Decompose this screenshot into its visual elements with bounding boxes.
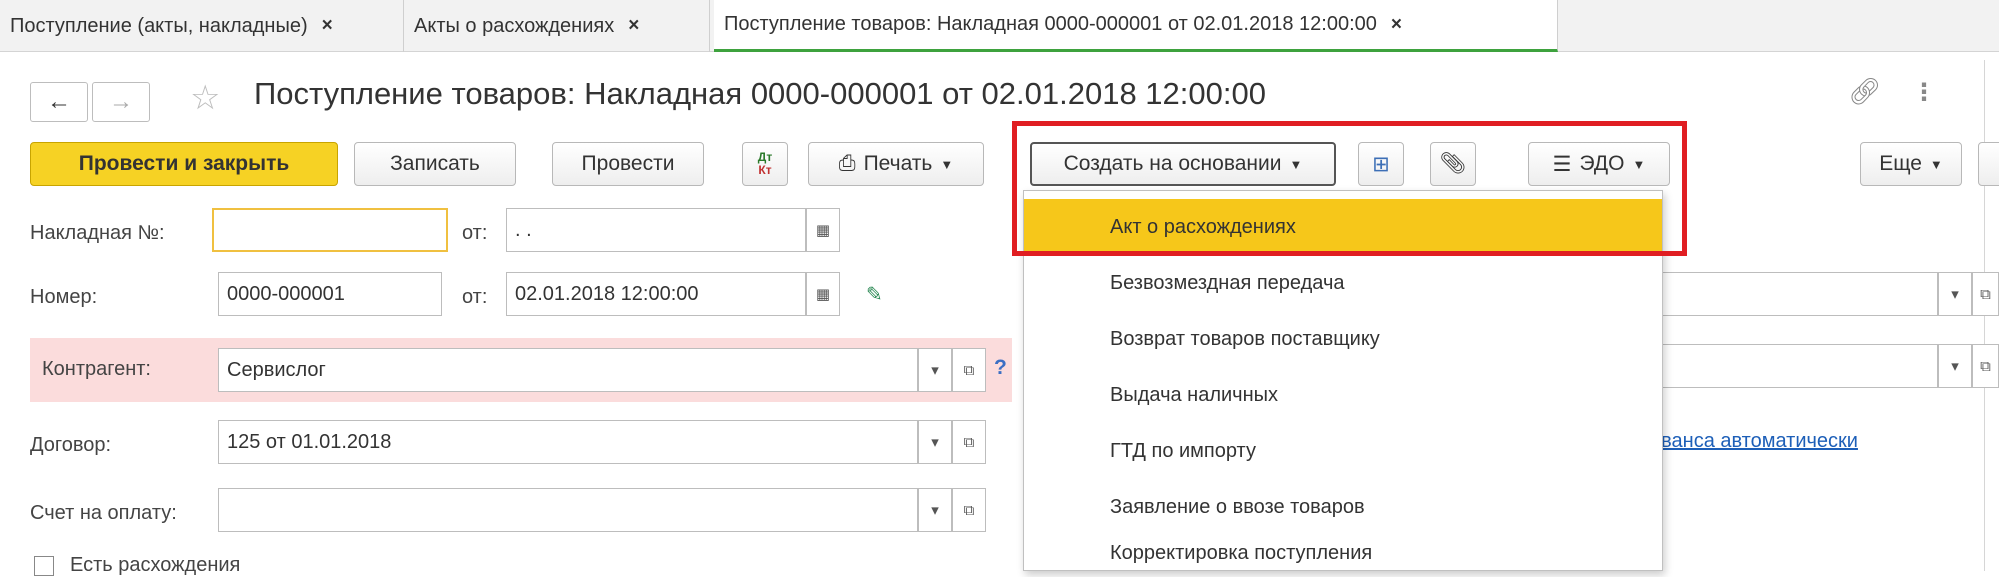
invoice-number-label: Накладная №: [30, 222, 165, 244]
menu-item-cash-issue[interactable]: Выдача наличных [1024, 367, 1662, 423]
menu-item-return-to-supplier[interactable]: Возврат товаров поставщику [1024, 311, 1662, 367]
chevron-down-icon[interactable]: ▾ [918, 420, 952, 464]
tab-label: Поступление (акты, накладные) [10, 14, 308, 37]
post-button[interactable]: Провести [552, 142, 704, 186]
print-button[interactable]: ⎙ Печать ▼ [808, 142, 984, 186]
more-button[interactable]: Еще ▼ [1860, 142, 1962, 186]
number-label: Номер: [30, 286, 98, 308]
help-icon[interactable]: ? [994, 356, 1007, 380]
save-button[interactable]: Записать [354, 142, 516, 186]
close-icon[interactable]: × [628, 15, 639, 37]
number-date-input[interactable]: 02.01.2018 12:00:00 [506, 272, 806, 316]
advance-auto-link[interactable]: аванса автоматически [1650, 430, 1858, 453]
arrow-left-icon: ← [47, 88, 71, 115]
tab-discrepancy-acts[interactable]: Акты о расхождениях × [404, 0, 710, 52]
post-and-close-button[interactable]: Провести и закрыть [30, 142, 338, 186]
dt-kt-button[interactable]: Дт Кт [742, 142, 788, 186]
close-icon[interactable]: × [322, 15, 333, 37]
discrepancy-checkbox[interactable] [34, 556, 54, 576]
open-icon[interactable]: ⧉ [1972, 344, 1999, 388]
open-icon[interactable]: ⧉ [952, 488, 986, 532]
kt-label: Кт [758, 163, 772, 177]
tab-goods-receipt[interactable]: Поступление товаров: Накладная 0000-0000… [714, 0, 1558, 52]
contract-label: Договор: [30, 434, 112, 456]
close-icon[interactable]: × [1391, 14, 1402, 36]
printer-icon: ⎙ [838, 152, 856, 175]
annotation-highlight [1012, 121, 1687, 256]
invoice-number-input[interactable] [212, 208, 448, 252]
edit-number-icon[interactable]: ✎ [866, 282, 883, 307]
help-button[interactable] [1978, 142, 1999, 186]
menu-item-free-transfer[interactable]: Безвозмездная передача [1024, 255, 1662, 311]
payment-invoice-label: Счет на оплату: [30, 502, 177, 524]
more-label: Еще [1879, 152, 1922, 175]
tab-label: Поступление товаров: Накладная 0000-0000… [724, 13, 1377, 35]
calendar-icon[interactable]: ▦ [806, 208, 840, 252]
chevron-down-icon[interactable]: ▾ [1938, 272, 1972, 316]
tab-label: Акты о расхождениях [414, 14, 615, 37]
right-field-2[interactable] [1660, 344, 1938, 388]
payment-invoice-input[interactable] [218, 488, 918, 532]
chevron-down-icon[interactable]: ▾ [918, 348, 952, 392]
menu-item-receipt-adjustment[interactable]: Корректировка поступления [1024, 535, 1662, 572]
calendar-icon[interactable]: ▦ [806, 272, 840, 316]
page-title: Поступление товаров: Накладная 0000-0000… [254, 76, 1266, 111]
print-label: Печать [863, 152, 933, 175]
invoice-date-input[interactable]: . . [506, 208, 806, 252]
chevron-down-icon: ▼ [940, 156, 954, 172]
right-field-1[interactable] [1660, 272, 1938, 316]
menu-item-import-statement[interactable]: Заявление о ввозе товаров [1024, 479, 1662, 535]
open-icon[interactable]: ⧉ [952, 420, 986, 464]
tab-receipts[interactable]: Поступление (акты, накладные) × [0, 0, 404, 52]
open-icon[interactable]: ⧉ [1972, 272, 1999, 316]
invoice-date-label: от: [462, 222, 488, 244]
star-icon[interactable]: ☆ [190, 78, 220, 118]
number-date-label: от: [462, 286, 488, 308]
counterparty-label: Контрагент: [42, 358, 151, 380]
arrow-right-icon: → [109, 88, 133, 115]
chevron-down-icon[interactable]: ▾ [918, 488, 952, 532]
more-vertical-icon[interactable]: ⋮ [1912, 78, 1936, 107]
forward-button[interactable]: → [92, 82, 150, 122]
contract-input[interactable]: 125 от 01.01.2018 [218, 420, 918, 464]
menu-item-gtd-import[interactable]: ГТД по импорту [1024, 423, 1662, 479]
chevron-down-icon: ▼ [1929, 156, 1943, 172]
discrepancy-label: Есть расхождения [70, 554, 241, 576]
open-icon[interactable]: ⧉ [952, 348, 986, 392]
link-icon[interactable]: 🔗︎ [1848, 76, 1881, 107]
counterparty-input[interactable]: Сервислог [218, 348, 918, 392]
number-input[interactable]: 0000-000001 [218, 272, 442, 316]
chevron-down-icon[interactable]: ▾ [1938, 344, 1972, 388]
back-button[interactable]: ← [30, 82, 88, 122]
